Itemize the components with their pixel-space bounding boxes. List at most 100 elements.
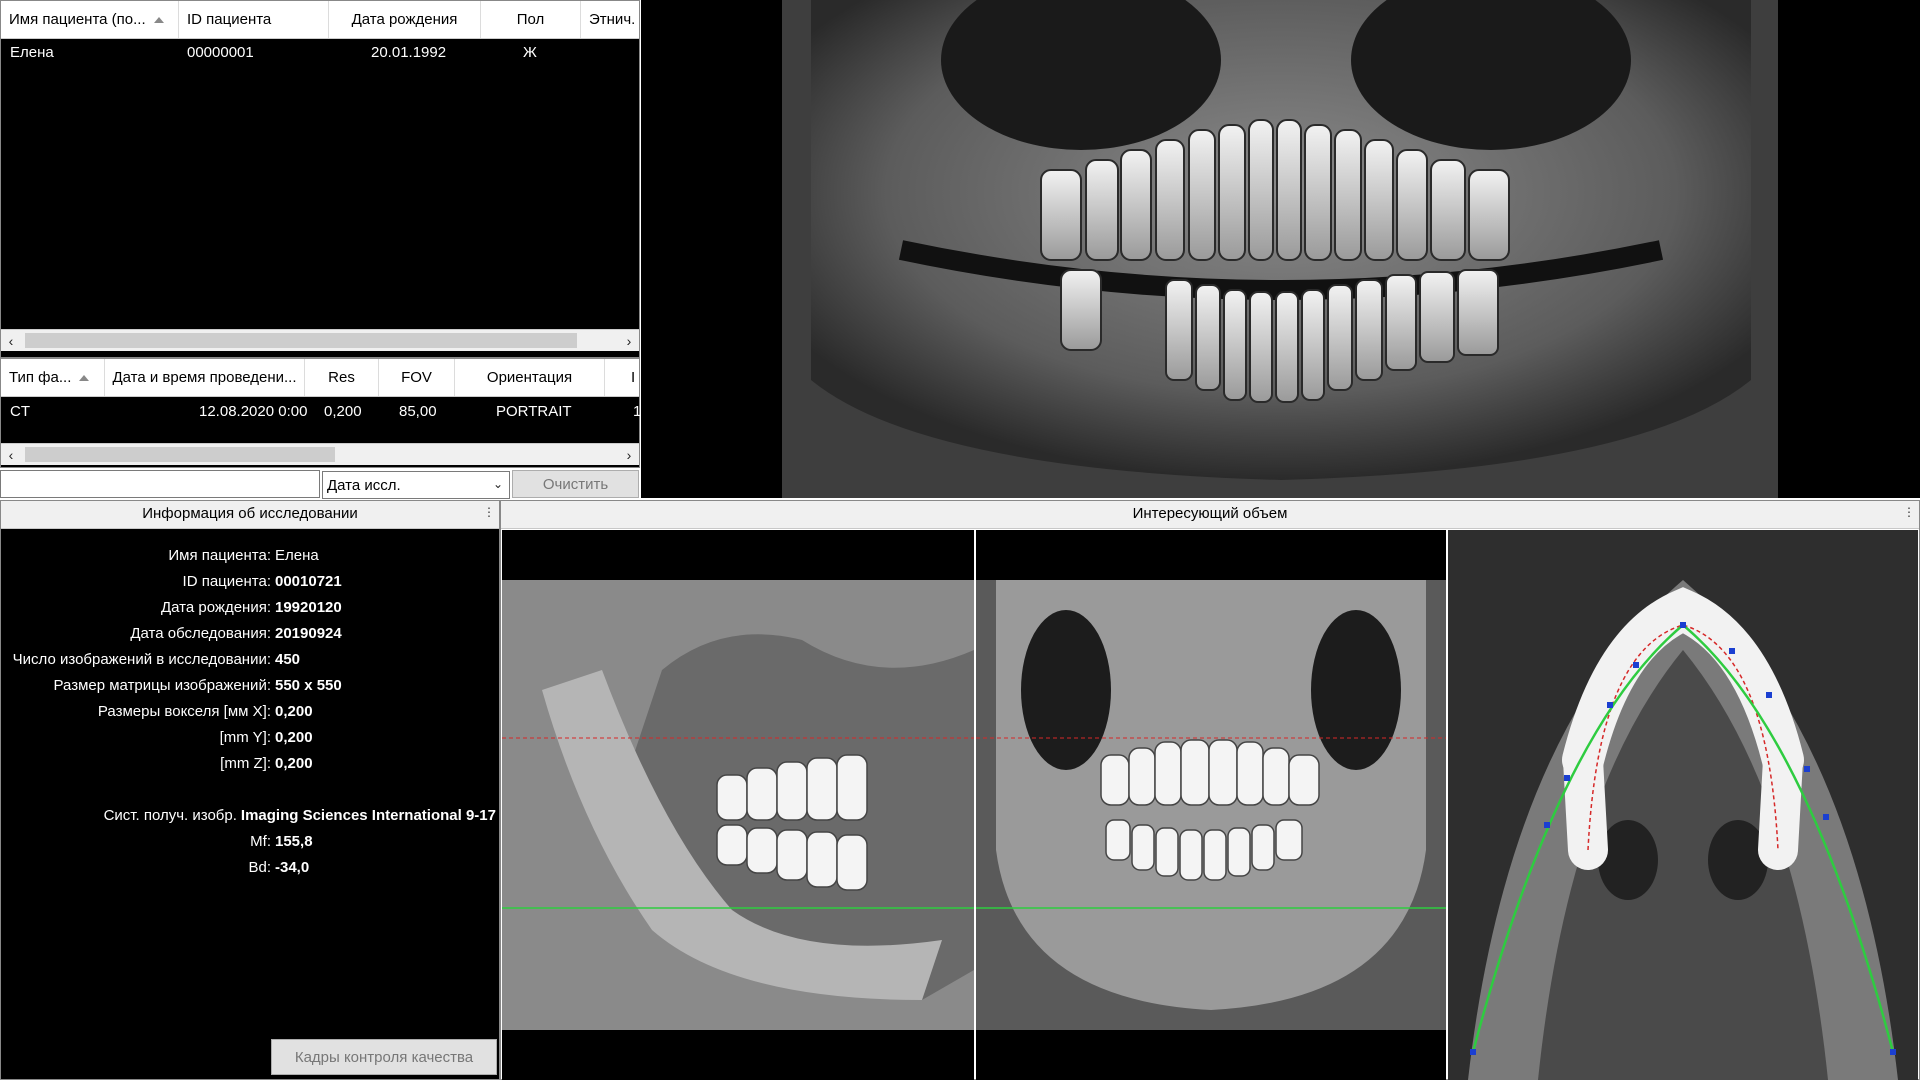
study-orientation-cell: PORTRAIT [496,403,572,420]
study-info-panel: Информация об исследовании ⋮ Имя пациент… [0,500,500,1080]
panoramic-view[interactable] [641,0,1920,498]
info-row: Имя пациента: Елена [1,543,496,569]
study-row[interactable]: CT 12.08.2020 0:00 0,200 85,00 PORTRAIT … [1,397,641,427]
col-extra-label: I [631,369,636,386]
studies-grid-header: Тип фа... Дата и время проведени... Res … [1,359,639,397]
info-row: Bd: -34,0 [1,855,496,881]
info-row: [mm Y]: 0,200 [1,725,496,751]
scroll-left-icon[interactable]: ‹ [1,444,21,465]
col-fov-label: FOV [401,369,432,386]
col-orientation-label: Ориентация [486,369,573,386]
patient-name-cell: Елена [10,44,54,61]
scroll-thumb[interactable] [25,333,577,348]
study-type-cell: CT [10,403,30,420]
sagittal-xray-image [502,580,974,1030]
qc-frames-button[interactable]: Кадры контроля качества [271,1039,497,1075]
info-value: 20190924 [275,625,342,642]
panoramic-xray-image [782,0,1778,498]
patients-grid-header: Имя пациента (по... ID пациента Дата рож… [1,1,639,39]
col-fov[interactable]: FOV [379,359,455,396]
patient-id-cell: 00000001 [187,44,254,61]
patients-hscrollbar[interactable]: ‹ › [1,329,639,351]
date-select-value: Дата иссл. [327,476,401,494]
col-res-label: Res [328,369,355,386]
info-label: Размеры вокселя [мм X]: [97,703,271,720]
panel-menu-icon[interactable]: ⋮ [483,505,495,519]
axial-view[interactable] [1448,530,1918,1080]
studies-hscrollbar[interactable]: ‹ › [1,443,639,465]
scroll-left-icon[interactable]: ‹ [1,330,21,351]
info-value: 550 x 550 [275,677,342,694]
sagittal-view[interactable] [502,530,974,1080]
info-row: Дата рождения: 19920120 [1,595,496,621]
col-sex[interactable]: Пол [481,1,581,38]
col-patient-id[interactable]: ID пациента [179,1,329,38]
info-row: Сист. получ. изобр. Imaging Sciences Inte… [1,803,496,829]
info-value: 450 [275,651,301,668]
patients-grid: Имя пациента (по... ID пациента Дата рож… [0,0,640,358]
col-sex-label: Пол [516,11,545,28]
col-patient-name-label: Имя пациента (по... [9,11,146,28]
info-row: Размер матрицы изображений: 550 x 550 [1,673,496,699]
info-row: Число изображений в исследовании: 450 [1,647,496,673]
scroll-right-icon[interactable]: › [619,330,639,351]
info-label: Имя пациента: [168,547,271,564]
sort-ascending-icon [153,16,164,23]
scroll-thumb[interactable] [25,447,335,462]
study-date-cell: 12.08.2020 0:00 [199,403,308,420]
col-ethnicity[interactable]: Этнич. [581,1,641,38]
col-ethnicity-label: Этнич. [589,11,636,28]
volume-panel: Интересующий объем ⋮ [500,500,1920,1080]
info-value: 0,200 [275,729,313,746]
patient-row[interactable]: Елена 00000001 20.01.1992 Ж [1,39,639,67]
info-value: 0,200 [275,703,313,720]
col-birth-date[interactable]: Дата рождения [329,1,481,38]
chevron-down-icon: ⌄ [492,477,503,491]
info-label: Размер матрицы изображений: [53,677,271,694]
info-label: ID пациента: [182,573,271,590]
col-study-datetime-label: Дата и время проведени... [112,369,297,386]
scroll-right-icon[interactable]: › [619,444,639,465]
col-patient-id-label: ID пациента [187,11,272,28]
info-label: [mm Y]: [219,729,271,746]
info-row: [mm Z]: 0,200 [1,751,496,777]
info-row: Размеры вокселя [мм X]: 0,200 [1,699,496,725]
studies-grid: Тип фа... Дата и время проведени... Res … [0,358,641,468]
coronal-view[interactable] [976,530,1446,1080]
info-value: Imaging Sciences International 9-17 [240,807,496,824]
info-row: Mf: 155,8 [1,829,496,855]
col-patient-name[interactable]: Имя пациента (по... [1,1,179,38]
panel-menu-icon[interactable]: ⋮ [1903,505,1915,519]
col-file-type[interactable]: Тип фа... [1,359,105,396]
info-label: Дата рождения: [161,599,271,616]
col-study-datetime[interactable]: Дата и время проведени... [105,359,305,396]
info-label: Дата обследования: [130,625,271,642]
col-file-type-label: Тип фа... [9,369,72,386]
info-label: Mf: [250,833,271,850]
info-label: Bd: [248,859,271,876]
study-res-cell: 0,200 [324,403,362,420]
patient-sex-cell: Ж [523,44,537,61]
col-extra[interactable]: I [605,359,639,396]
info-row: Дата обследования: 20190924 [1,621,496,647]
info-value: Елена [275,547,319,564]
info-value: 0,200 [275,755,313,772]
date-select[interactable]: Дата иссл. ⌄ [322,471,510,499]
study-fov-cell: 85,00 [399,403,437,420]
study-info-title: Информация об исследовании [1,501,499,529]
info-row: ID пациента: 00010721 [1,569,496,595]
info-label: Число изображений в исследовании: [12,651,271,668]
clear-button[interactable]: Очистить [512,470,639,498]
info-label: Сист. получ. изобр. [103,807,237,824]
axial-xray-image [1448,530,1918,1080]
col-orientation[interactable]: Ориентация [455,359,605,396]
col-res[interactable]: Res [305,359,379,396]
patient-birth-cell: 20.01.1992 [371,44,447,61]
col-birth-date-label: Дата рождения [351,11,458,28]
search-input[interactable] [0,470,320,498]
info-value: 00010721 [275,573,342,590]
info-value: -34,0 [275,859,310,876]
info-label: [mm Z]: [220,755,271,772]
volume-panel-title: Интересующий объем [501,501,1919,529]
info-value: 19920120 [275,599,342,616]
